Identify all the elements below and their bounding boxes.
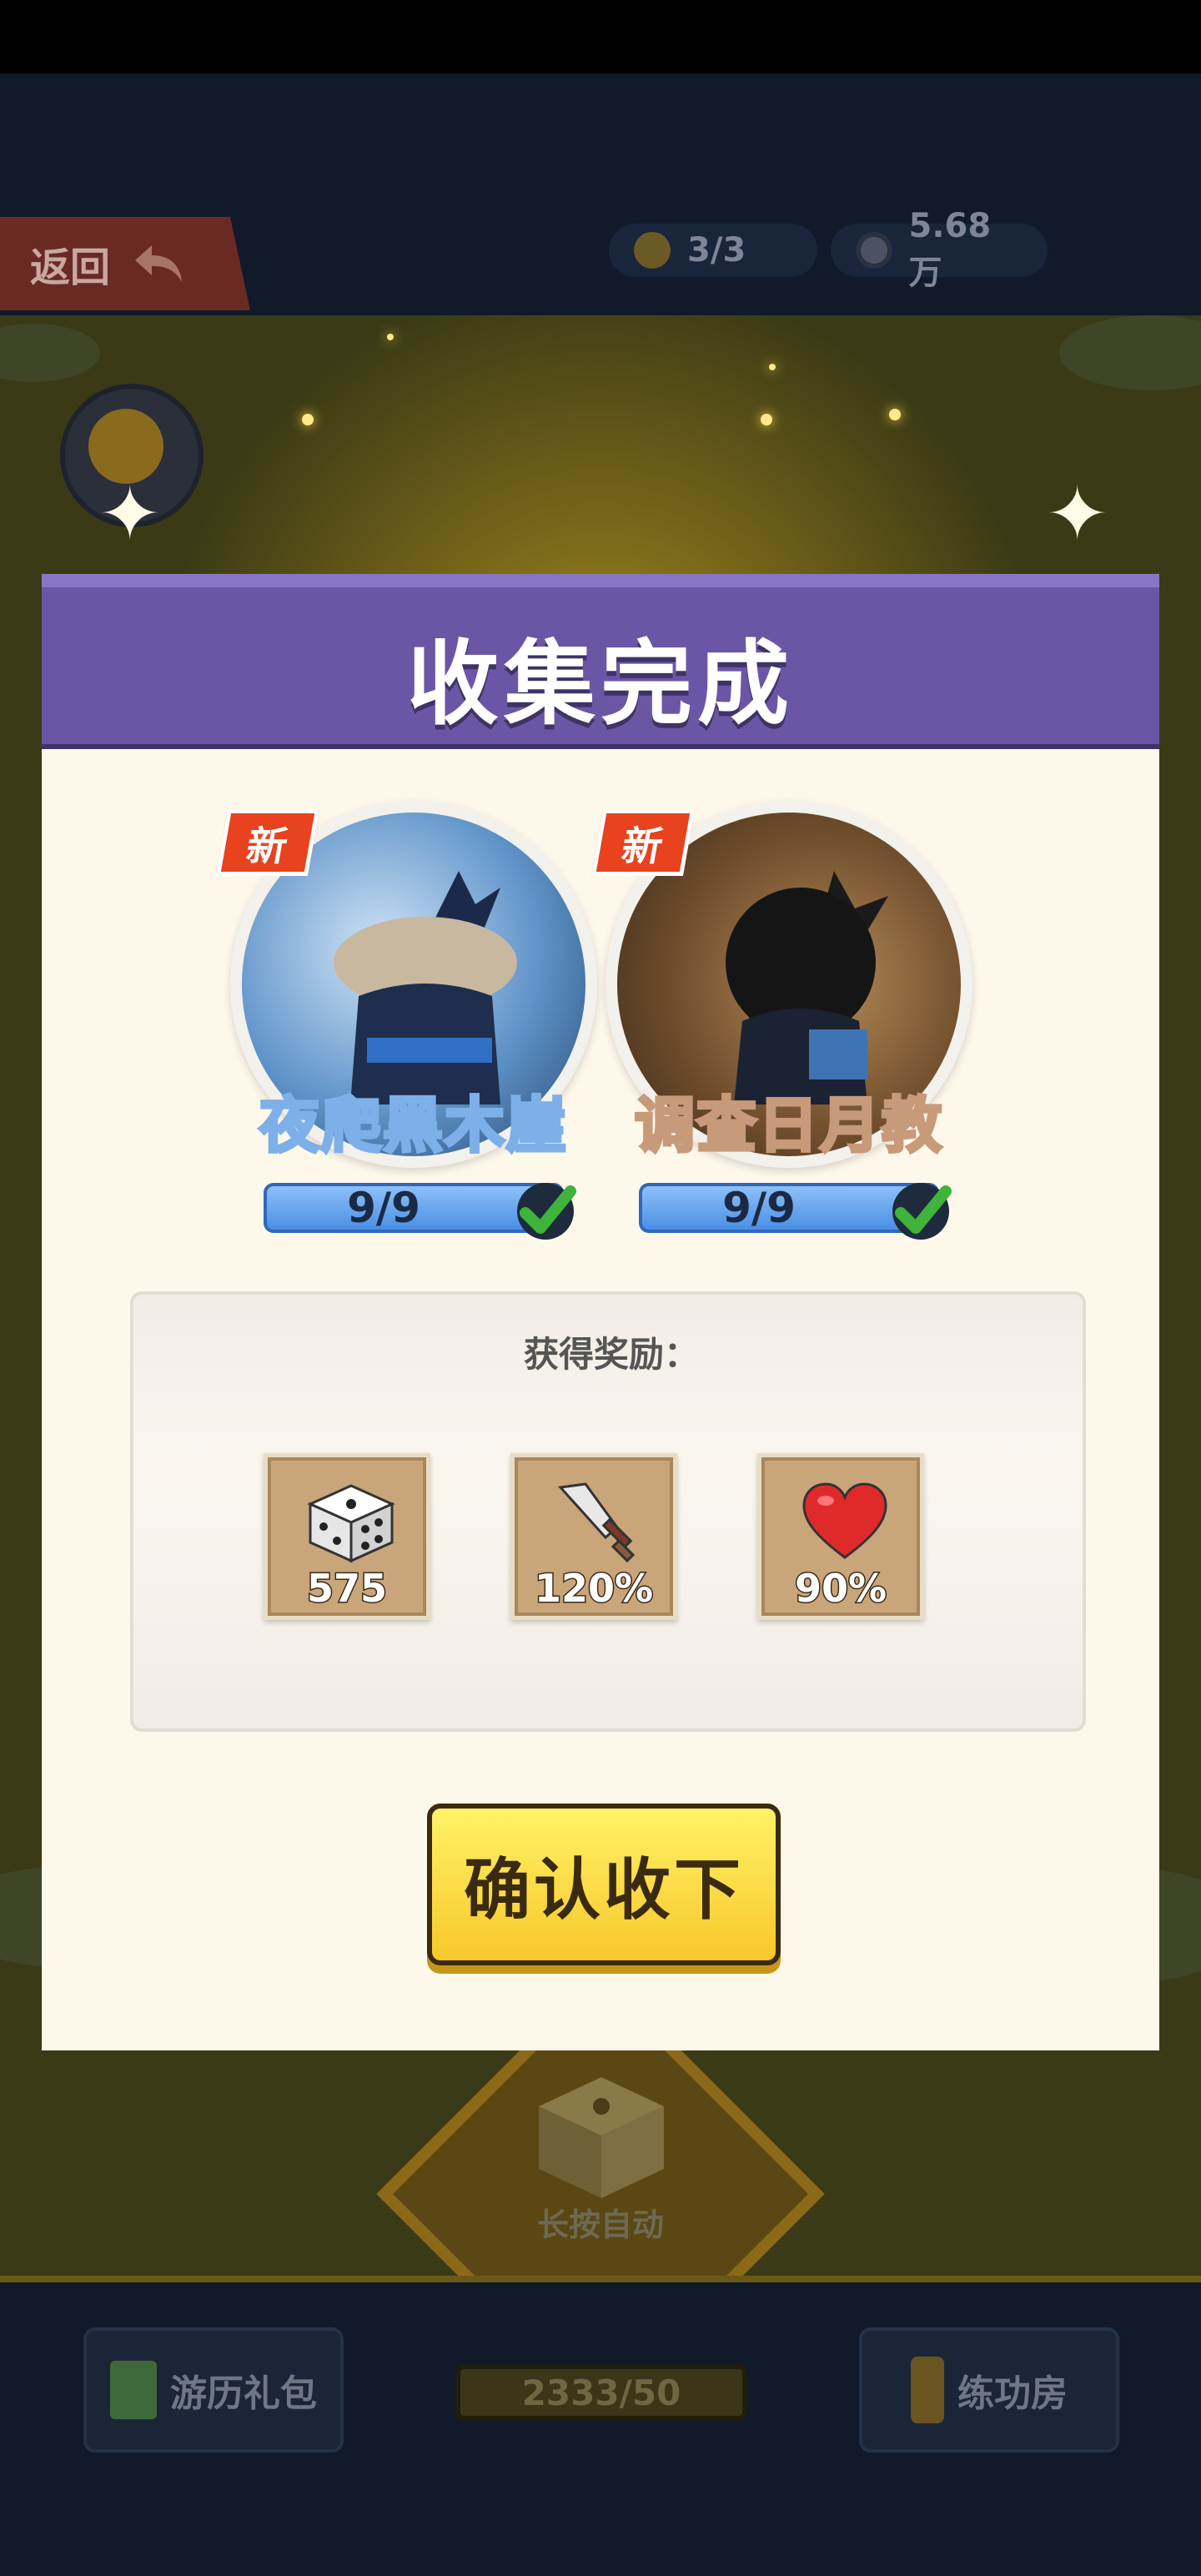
- training-room-button[interactable]: 练功房: [859, 2327, 1119, 2453]
- collection-card[interactable]: 新 调查日月教 9/9: [590, 801, 972, 1268]
- reward-item-health[interactable]: 90%: [757, 1453, 924, 1620]
- heart-icon: [802, 1482, 887, 1559]
- travel-gift-button[interactable]: 游历礼包: [83, 2327, 344, 2453]
- sword-icon: [557, 1482, 636, 1563]
- spark: [302, 414, 314, 425]
- training-room-label: 练功房: [957, 2372, 1068, 2415]
- card-name: 夜爬黑木崖: [258, 1089, 568, 1162]
- energy-bar: 2333/50: [455, 2364, 747, 2421]
- reward-value: 90%: [793, 1565, 887, 1613]
- back-button[interactable]: 返回: [0, 217, 250, 310]
- sparkle-star-icon: ✦: [98, 470, 162, 558]
- auto-roll-label: 长按自动: [536, 2206, 664, 2243]
- bush: [1059, 315, 1201, 390]
- undo-arrow-icon: [135, 245, 183, 282]
- dice-icon: [539, 2077, 664, 2198]
- sparkle-star-icon: ✦: [1046, 470, 1109, 558]
- spark: [387, 334, 394, 340]
- dice-icon: [307, 1484, 395, 1563]
- card-progress-value: 9/9: [722, 1184, 796, 1232]
- spark: [769, 364, 776, 370]
- spark: [889, 409, 901, 420]
- bell-counter: 3/3: [609, 224, 817, 277]
- dialog-title: 收集完成: [407, 631, 794, 737]
- coin-icon: [856, 232, 892, 269]
- reward-item-attack[interactable]: 120%: [510, 1453, 677, 1620]
- hooded-figure-icon: [726, 871, 888, 1104]
- reward-value: 575: [305, 1565, 388, 1613]
- dialog-header: 收集完成: [42, 574, 1159, 749]
- checkmark-icon: [517, 1183, 576, 1240]
- back-label: 返回: [30, 244, 111, 291]
- new-badge: 新: [215, 809, 320, 876]
- reward-value: 120%: [533, 1565, 654, 1613]
- energy-value: 2333/50: [521, 2372, 681, 2413]
- collection-complete-dialog: 收集完成 新 夜爬黑木崖 9/9 新 调查日月教 9/9 获得奖励： 575 1…: [42, 574, 1159, 2050]
- bell-count: 3/3: [687, 231, 746, 269]
- travel-gift-label: 游历礼包: [170, 2372, 317, 2415]
- gift-pack-icon: [110, 2361, 157, 2419]
- coin-counter: 5.68万: [831, 207, 1048, 292]
- spark: [761, 414, 772, 425]
- new-badge: 新: [590, 809, 696, 876]
- card-name: 调查日月教: [633, 1089, 943, 1162]
- card-progress-bar: 9/9: [639, 1183, 952, 1240]
- coin-amount: 5.68万: [908, 207, 992, 292]
- collection-card[interactable]: 新 夜爬黑木崖 9/9: [215, 801, 597, 1268]
- rewards-panel: 获得奖励： 575 120% 90%: [130, 1291, 1086, 1732]
- rewards-title: 获得奖励：: [523, 1334, 699, 1375]
- checkmark-icon: [892, 1183, 952, 1240]
- training-dummy-icon: [911, 2357, 944, 2423]
- card-progress-bar: 9/9: [264, 1183, 576, 1240]
- bell-icon: [634, 232, 671, 269]
- status-bar: [0, 0, 1201, 73]
- ninja-hat-figure-icon: [334, 871, 517, 1104]
- confirm-receive-button[interactable]: 确认收下: [427, 1804, 781, 1965]
- card-progress-value: 9/9: [347, 1184, 420, 1232]
- reward-item-dice[interactable]: 575: [264, 1453, 430, 1620]
- bush: [0, 324, 100, 382]
